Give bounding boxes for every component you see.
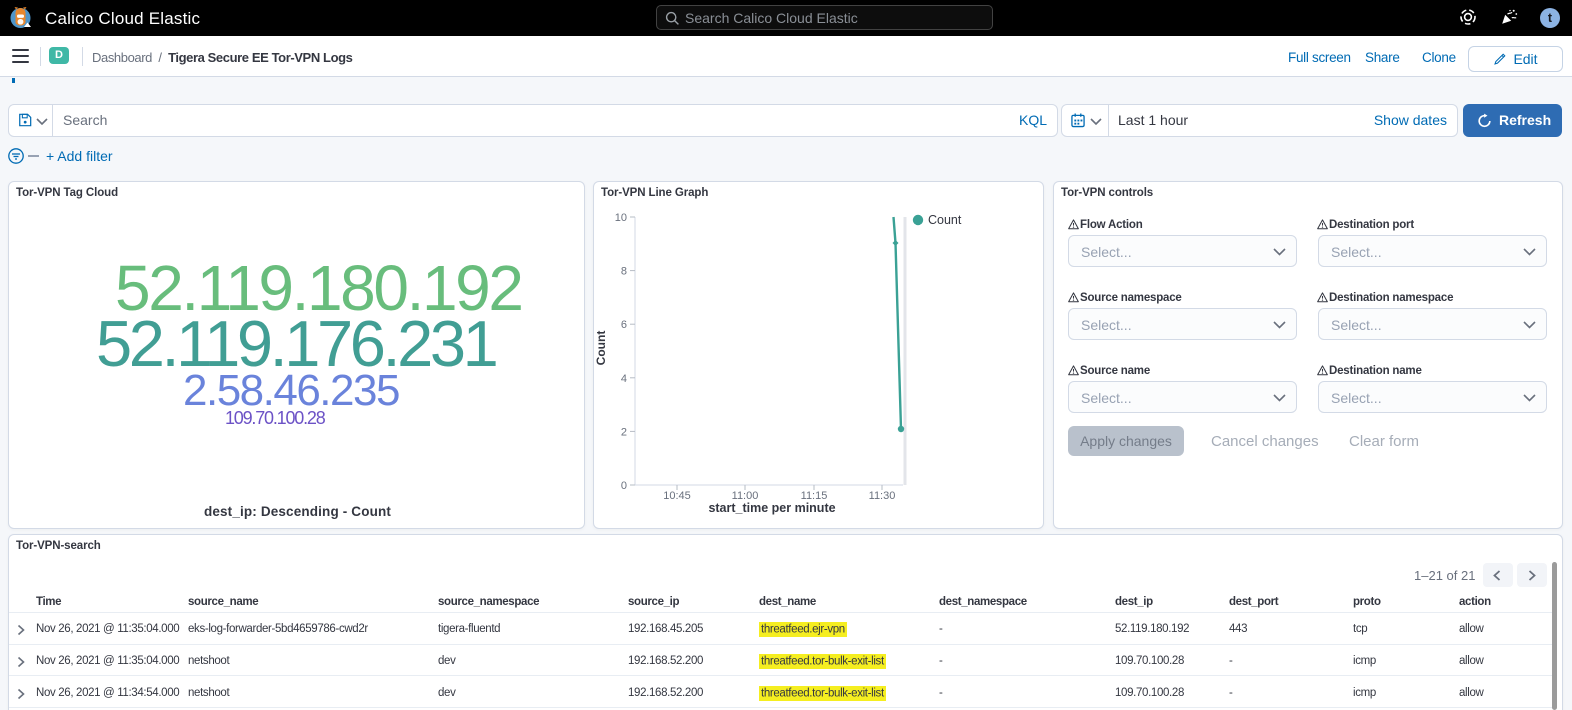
svg-text:10: 10 xyxy=(615,212,627,224)
svg-text:start_time per minute: start_time per minute xyxy=(708,501,835,515)
svg-text:Count: Count xyxy=(594,331,608,366)
svg-text:6: 6 xyxy=(621,319,627,331)
svg-text:2: 2 xyxy=(621,426,627,438)
svg-text:4: 4 xyxy=(621,373,627,385)
svg-text:8: 8 xyxy=(621,266,627,278)
svg-text:Count: Count xyxy=(928,213,962,227)
svg-text:0: 0 xyxy=(621,480,627,492)
svg-text:10:45: 10:45 xyxy=(663,490,691,502)
svg-text:11:30: 11:30 xyxy=(869,490,896,502)
